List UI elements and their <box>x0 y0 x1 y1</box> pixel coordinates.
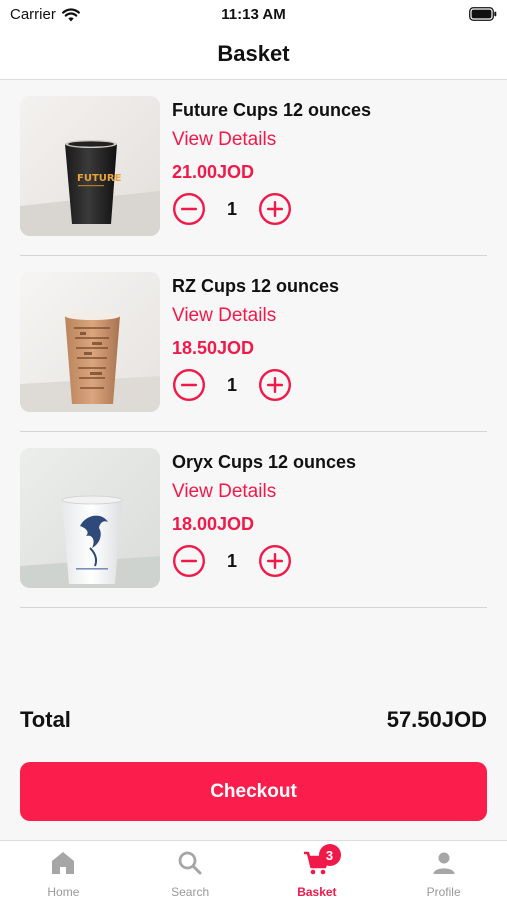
product-image-rz-cups[interactable] <box>20 272 160 412</box>
tab-home[interactable]: Home <box>0 841 127 900</box>
basket-item: RZ Cups 12 ounces View Details 18.50JOD … <box>20 256 487 432</box>
decrease-quantity-button[interactable] <box>172 368 206 402</box>
brown-coffee-print-cup-image <box>20 272 160 412</box>
increase-quantity-button[interactable] <box>258 544 292 578</box>
item-name: Oryx Cups 12 ounces <box>172 452 357 472</box>
item-price: 18.50JOD <box>172 338 255 358</box>
tab-search[interactable]: Search <box>127 841 254 900</box>
increase-quantity-button[interactable] <box>258 368 292 402</box>
item-info: RZ Cups 12 ounces View Details 18.50JOD … <box>172 274 487 402</box>
total-row: Total 57.50JOD <box>20 704 487 736</box>
search-icon <box>178 851 202 875</box>
svg-text:FUTURE: FUTURE <box>77 173 122 184</box>
black-paper-cup-image: FUTURE <box>20 96 160 236</box>
item-info: Future Cups 12 ounces View Details 21.00… <box>172 98 487 226</box>
status-bar: Carrier 11:13 AM <box>0 0 507 28</box>
tab-label: Search <box>171 885 210 899</box>
tab-basket[interactable]: 3 Basket <box>254 841 381 900</box>
white-horse-print-cup-image <box>20 448 160 588</box>
total-value: 57.50JOD <box>386 707 487 732</box>
quantity-value: 1 <box>226 550 237 571</box>
quantity-stepper: 1 <box>172 192 487 226</box>
nav-header: Basket <box>0 28 507 80</box>
basket-screen: Carrier 11:13 AM Basket FUTURE Future Cu… <box>0 0 507 900</box>
total-label: Total <box>20 707 71 732</box>
page-title: Basket <box>217 40 290 66</box>
basket-item: FUTURE Future Cups 12 ounces View Detail… <box>20 80 487 256</box>
checkout-button[interactable]: Checkout <box>20 762 487 821</box>
item-price: 18.00JOD <box>172 514 255 534</box>
decrease-quantity-button[interactable] <box>172 192 206 226</box>
decrease-quantity-button[interactable] <box>172 544 206 578</box>
item-name: RZ Cups 12 ounces <box>172 276 340 296</box>
home-icon <box>52 852 75 874</box>
basket-list: FUTURE Future Cups 12 ounces View Detail… <box>0 80 507 608</box>
quantity-value: 1 <box>226 198 237 219</box>
product-image-future-cups[interactable]: FUTURE <box>20 96 160 236</box>
battery-icon <box>469 7 497 25</box>
tab-label: Basket <box>297 885 337 899</box>
product-image-oryx-cups[interactable] <box>20 448 160 588</box>
cart-count-badge: 3 <box>318 844 341 866</box>
quantity-stepper: 1 <box>172 368 487 402</box>
item-name: Future Cups 12 ounces <box>172 100 372 120</box>
item-price: 21.00JOD <box>172 162 255 182</box>
tab-bar: Home Search 3 Basket Profile <box>0 840 507 900</box>
tab-profile[interactable]: Profile <box>380 841 507 900</box>
status-time: 11:13 AM <box>221 6 286 23</box>
view-details-link[interactable]: View Details <box>172 128 487 152</box>
increase-quantity-button[interactable] <box>258 192 292 226</box>
view-details-link[interactable]: View Details <box>172 304 487 328</box>
profile-icon <box>433 852 455 874</box>
quantity-value: 1 <box>226 374 237 395</box>
basket-item: Oryx Cups 12 ounces View Details 18.00JO… <box>20 432 487 608</box>
tab-label: Profile <box>426 885 461 899</box>
view-details-link[interactable]: View Details <box>172 480 487 504</box>
item-info: Oryx Cups 12 ounces View Details 18.00JO… <box>172 450 487 578</box>
quantity-stepper: 1 <box>172 544 487 578</box>
tab-label: Home <box>47 885 80 899</box>
